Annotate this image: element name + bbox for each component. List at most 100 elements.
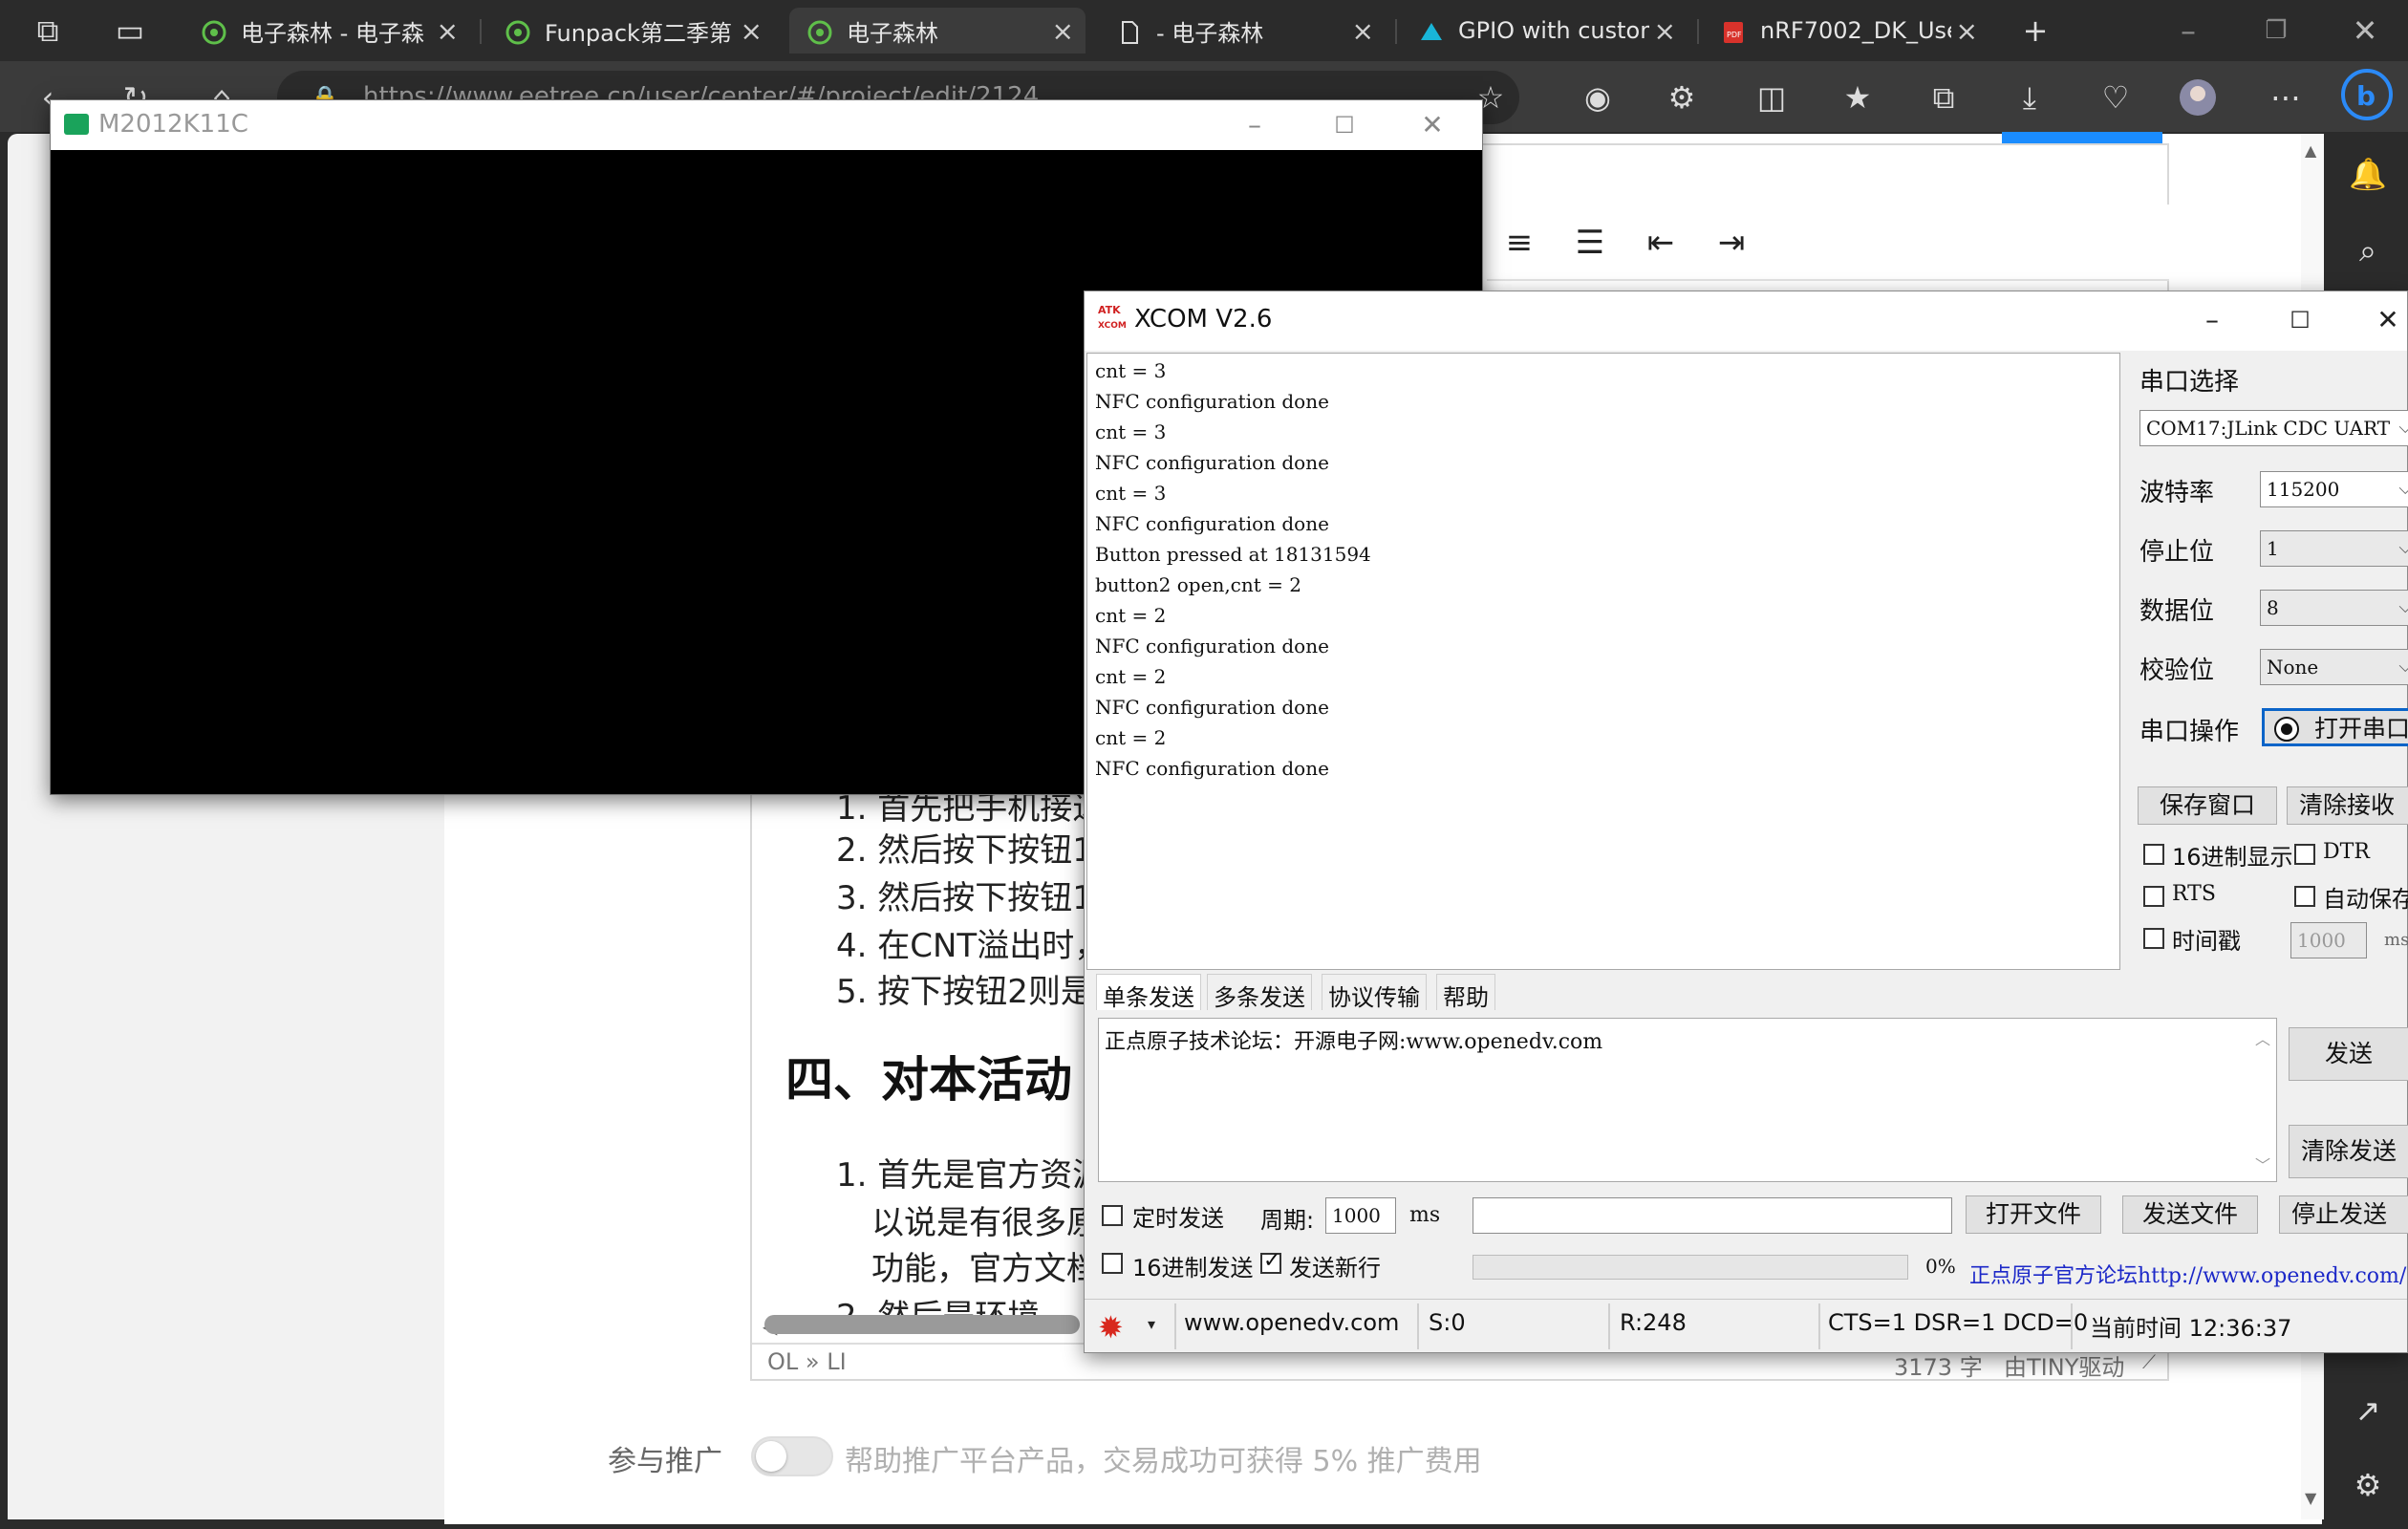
search-icon[interactable]: ⌕ <box>2349 231 2387 269</box>
powered-by[interactable]: 由TINY驱动 <box>2004 1348 2124 1382</box>
timestamp-interval-input[interactable]: 1000 <box>2290 922 2367 958</box>
editor-heading[interactable]: 四、对本活动 <box>785 1042 1072 1110</box>
parity-select[interactable]: None⌵ <box>2260 649 2408 685</box>
indent-icon[interactable]: ⇥ <box>1710 224 1752 262</box>
open-file-button[interactable]: 打开文件 <box>1966 1195 2101 1234</box>
bell-icon[interactable]: 🔔 <box>2349 155 2387 193</box>
hex-display-checkbox[interactable] <box>2143 844 2164 865</box>
minimize-icon[interactable]: – <box>2169 11 2207 50</box>
forum-link[interactable]: 正点原子官方论坛http://www.openedv.com/ <box>1969 1259 2406 1289</box>
scroll-down-arrow-icon[interactable]: ﹀ <box>2255 1152 2270 1175</box>
status-divider <box>1417 1303 1419 1349</box>
svg-text:PDF: PDF <box>1727 31 1742 39</box>
maximize-icon[interactable]: ☐ <box>1325 108 1364 142</box>
close-tab-icon[interactable]: × <box>1956 15 1978 47</box>
tab-help[interactable]: 帮助 <box>1436 974 1495 1011</box>
file-path-input[interactable] <box>1473 1197 1952 1234</box>
auto-save-checkbox[interactable] <box>2294 886 2315 907</box>
clear-send-button[interactable]: 清除发送 <box>2289 1125 2408 1178</box>
minimize-icon[interactable]: – <box>2193 303 2231 337</box>
avatar[interactable] <box>2179 78 2217 117</box>
justify-icon[interactable]: ☰ <box>1569 224 1611 262</box>
editor-list-item[interactable]: 以说是有很多原 <box>871 1196 1099 1243</box>
resize-handle-icon[interactable]: ⟋ <box>2142 1350 2156 1373</box>
favorites-icon[interactable]: ★ <box>1838 78 1877 117</box>
minimize-icon[interactable]: – <box>1236 108 1274 142</box>
open-port-button[interactable]: 打开串口 <box>2262 708 2408 746</box>
browser-tab-5[interactable]: GPIO with custom × <box>1401 8 1688 54</box>
stop-bits-select[interactable]: 1⌵ <box>2260 530 2408 567</box>
send-file-button[interactable]: 发送文件 <box>2122 1195 2258 1234</box>
scroll-down-arrow-icon[interactable]: ▼ <box>2305 1489 2316 1507</box>
chevron-down-icon: ⌵ <box>2398 411 2408 445</box>
bing-copilot-icon[interactable]: b <box>2341 69 2393 120</box>
receive-textarea[interactable]: cnt = 3 NFC configuration done cnt = 3 N… <box>1086 353 2120 970</box>
editor-list-item[interactable]: 4. 在CNT溢出时， <box>836 919 1107 966</box>
close-tab-icon[interactable]: × <box>1654 15 1676 47</box>
browser-tab-3-active[interactable]: 电子森林 × <box>789 8 1086 54</box>
extension-color-icon[interactable]: ◉ <box>1579 78 1617 117</box>
timestamp-checkbox[interactable] <box>2143 928 2164 949</box>
dropdown-arrow-icon[interactable]: ▾ <box>1148 1315 1155 1333</box>
stop-send-button[interactable]: 停止发送 <box>2279 1195 2408 1234</box>
dtr-checkbox[interactable] <box>2294 844 2315 865</box>
editor-list-item[interactable]: 1. 首先是官方资源 <box>836 1149 1105 1195</box>
maximize-icon[interactable]: ☐ <box>2281 303 2319 337</box>
port-select[interactable]: COM17:JLink CDC UART⌵ <box>2139 410 2408 446</box>
promo-toggle[interactable] <box>751 1436 833 1476</box>
browser-tab-4[interactable]: - 电子森林 × <box>1099 8 1386 54</box>
editor-horizontal-scrollbar[interactable] <box>764 1315 1080 1334</box>
close-tab-icon[interactable]: × <box>1052 15 1074 47</box>
tab-multi-send[interactable]: 多条发送 <box>1207 974 1312 1011</box>
hex-send-checkbox[interactable] <box>1102 1253 1123 1274</box>
restore-icon[interactable]: ❐ <box>2257 11 2295 50</box>
download-icon[interactable]: ⤓ <box>2010 78 2049 117</box>
send-newline-checkbox[interactable] <box>1260 1249 1281 1274</box>
timed-send-checkbox[interactable] <box>1102 1205 1123 1226</box>
align-right-icon[interactable]: ≡ <box>1498 224 1540 262</box>
rx-line: cnt = 3 <box>1095 420 1167 443</box>
more-menu-icon[interactable]: ⋯ <box>2267 78 2305 117</box>
tab-protocol[interactable]: 协议传输 <box>1322 974 1427 1011</box>
browser-tab-2[interactable]: Funpack第二季第 × <box>487 8 774 54</box>
editor-list-item[interactable]: 功能，官方文档 <box>871 1242 1099 1289</box>
settings-gear-icon[interactable]: ⚙ <box>2349 1466 2387 1504</box>
xcom-titlebar[interactable]: ATK XCOM XCOM V2.6 – ☐ ✕ <box>1085 291 2407 351</box>
scroll-up-arrow-icon[interactable]: ▲ <box>2305 141 2316 160</box>
tab-single-send[interactable]: 单条发送 <box>1096 974 1201 1011</box>
mirror-titlebar[interactable]: M2012K11C – ☐ ✕ <box>51 100 1482 150</box>
element-path[interactable]: OL » LI <box>767 1348 847 1375</box>
collections-icon[interactable]: ⧉ <box>1924 78 1963 117</box>
performance-icon[interactable]: ♡ <box>2096 78 2135 117</box>
close-tab-icon[interactable]: × <box>741 15 763 47</box>
split-screen-icon[interactable]: ◫ <box>1752 78 1791 117</box>
close-window-icon[interactable]: ✕ <box>2346 11 2384 50</box>
rts-checkbox[interactable] <box>2143 886 2164 907</box>
editor-list-item[interactable]: 3. 然后按下按钮1 <box>836 872 1093 918</box>
save-window-button[interactable]: 保存窗口 <box>2138 786 2277 825</box>
close-tab-icon[interactable]: × <box>437 15 459 47</box>
send-button[interactable]: 发送 <box>2289 1027 2408 1081</box>
outdent-icon[interactable]: ⇤ <box>1640 224 1682 262</box>
browser-tab-6[interactable]: PDF nRF7002_DK_User × <box>1703 8 1989 54</box>
open-external-icon[interactable]: ↗ <box>2349 1391 2387 1430</box>
tab-actions-icon[interactable]: ▭ <box>111 11 149 50</box>
close-icon[interactable]: ✕ <box>2369 303 2407 337</box>
gear-settings-icon[interactable]: ✹ <box>1098 1309 1124 1346</box>
scroll-up-arrow-icon[interactable]: ︿ <box>2255 1026 2270 1049</box>
status-website[interactable]: www.openedv.com <box>1184 1309 1399 1336</box>
period-input[interactable]: 1000 <box>1325 1197 1396 1234</box>
close-icon[interactable]: ✕ <box>1413 108 1451 142</box>
close-tab-icon[interactable]: × <box>1352 15 1374 47</box>
editor-list-item[interactable]: 2. 然后按下按钮1 <box>836 824 1093 871</box>
baud-select[interactable]: 115200⌵ <box>2260 471 2408 507</box>
send-textarea[interactable]: 正点原子技术论坛：开源电子网:www.openedv.com ︿ ﹀ <box>1098 1018 2277 1182</box>
clear-receive-button[interactable]: 清除接收 <box>2287 786 2408 825</box>
workspaces-icon[interactable]: ⧉ <box>29 11 67 50</box>
rx-line: NFC configuration done <box>1095 451 1329 474</box>
browser-tab-1[interactable]: 电子森林 - 电子森 × <box>183 8 470 54</box>
data-bits-select[interactable]: 8⌵ <box>2260 590 2408 626</box>
extensions-icon[interactable]: ⚙ <box>1663 78 1701 117</box>
new-tab-icon[interactable]: + <box>2016 11 2054 50</box>
editor-list-item[interactable]: 5. 按下按钮2则是 <box>836 965 1093 1012</box>
